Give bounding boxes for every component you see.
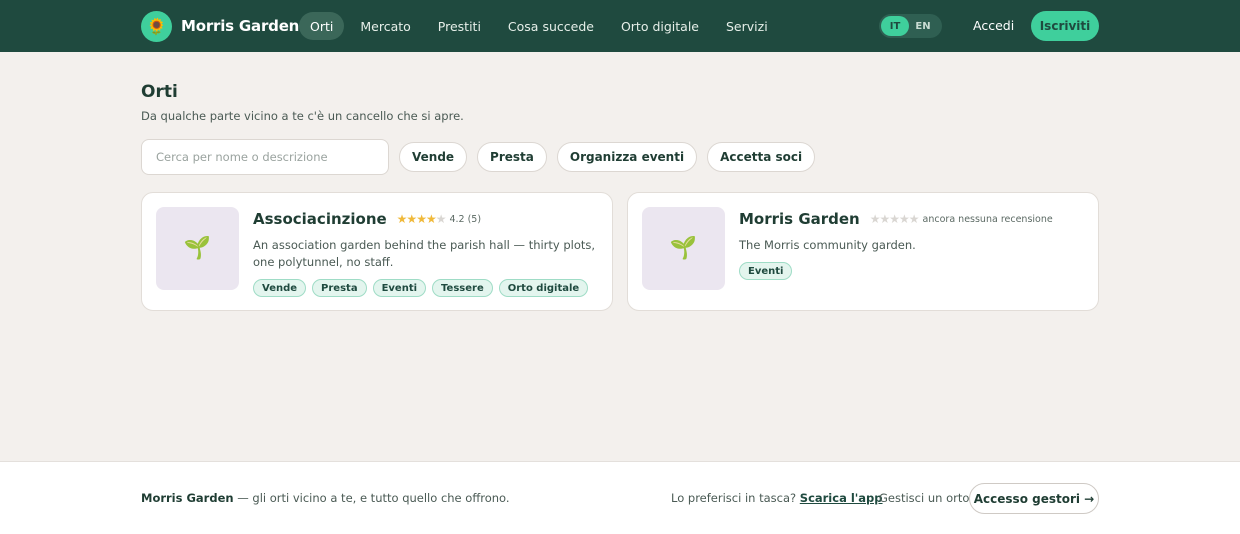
garden-description: The Morris community garden.: [739, 238, 916, 252]
language-switch: IT EN: [879, 14, 942, 38]
nav-item-prestiti[interactable]: Prestiti: [427, 12, 492, 40]
seedling-icon: 🌱: [642, 207, 725, 290]
tag: Vende: [253, 279, 307, 297]
filter-presta[interactable]: Presta: [477, 142, 547, 172]
app-promo: Lo preferisci in tasca? Scarica l'app: [671, 491, 883, 505]
manage-question: Gestisci un orto?: [879, 491, 976, 505]
tag: Eventi: [372, 279, 427, 297]
nav-item-cosa-succede[interactable]: Cosa succede: [497, 12, 605, 40]
signup-button[interactable]: Iscriviti: [1031, 11, 1099, 41]
sunflower-icon: 🌻: [141, 10, 172, 42]
filter-vende[interactable]: Vende: [399, 142, 468, 172]
download-app-link[interactable]: Scarica l'app: [800, 491, 883, 505]
search-input[interactable]: [141, 139, 389, 175]
footer: Morris Garden — gli orti vicino a te, e …: [0, 461, 1240, 534]
tag: Tessere: [432, 279, 493, 297]
nav-item-orti[interactable]: Orti: [299, 12, 345, 40]
garden-tags: Eventi: [739, 262, 1082, 280]
login-link[interactable]: Accedi: [973, 18, 1014, 33]
rating: ★★★★★ 4.2 (5): [397, 212, 481, 226]
page-subtitle: Da qualche parte vicino a te c'è un canc…: [141, 109, 464, 123]
main-nav: Orti Mercato Prestiti Cosa succede Orto …: [299, 12, 784, 40]
page-title: Orti: [141, 82, 178, 102]
garden-title: Morris Garden: [739, 210, 860, 228]
brand[interactable]: 🌻 Morris Garden: [141, 10, 299, 42]
tag: Orto digitale: [498, 279, 589, 297]
footer-brand: Morris Garden: [141, 491, 234, 505]
rating: ★★★★★ ancora nessuna recensione: [870, 212, 1053, 226]
star-rating-icon: ★★★★★: [396, 212, 447, 226]
footer-tagline-text: — gli orti vicino a te, e tutto quello c…: [233, 491, 510, 505]
seedling-icon: 🌱: [156, 207, 239, 290]
garden-title: Associacinzione: [253, 210, 387, 228]
tag: Presta: [312, 279, 367, 297]
tag: Eventi: [739, 262, 793, 280]
star-rating-icon: ★★★★★: [869, 212, 920, 226]
filter-chips: Vende Presta Organizza eventi Accetta so…: [399, 142, 816, 172]
filter-accetta-soci[interactable]: Accetta soci: [707, 142, 816, 172]
garden-description: An association garden behind the parish …: [253, 238, 596, 269]
lang-it-button[interactable]: IT: [881, 16, 909, 36]
brand-name: Morris Garden: [181, 17, 300, 35]
manager-access-button[interactable]: Accesso gestori →: [969, 483, 1099, 514]
lang-en-button[interactable]: EN: [909, 16, 937, 36]
nav-item-orto-digitale[interactable]: Orto digitale: [610, 12, 710, 40]
filter-organizza-eventi[interactable]: Organizza eventi: [556, 142, 698, 172]
app-question: Lo preferisci in tasca?: [671, 491, 800, 505]
garden-tags: Vende Presta Eventi Tessere Orto digital…: [253, 279, 596, 297]
nav-item-mercato[interactable]: Mercato: [349, 12, 421, 40]
garden-card[interactable]: 🌱 Morris Garden ★★★★★ ancora nessuna rec…: [627, 192, 1099, 311]
top-navbar: 🌻 Morris Garden Orti Mercato Prestiti Co…: [0, 0, 1240, 52]
footer-tagline: Morris Garden — gli orti vicino a te, e …: [141, 491, 510, 505]
garden-card[interactable]: 🌱 Associacinzione ★★★★★ 4.2 (5) An assoc…: [141, 192, 613, 311]
rating-text: ancora nessuna recensione: [922, 213, 1053, 225]
nav-item-servizi[interactable]: Servizi: [715, 12, 779, 40]
rating-text: 4.2 (5): [449, 213, 482, 225]
